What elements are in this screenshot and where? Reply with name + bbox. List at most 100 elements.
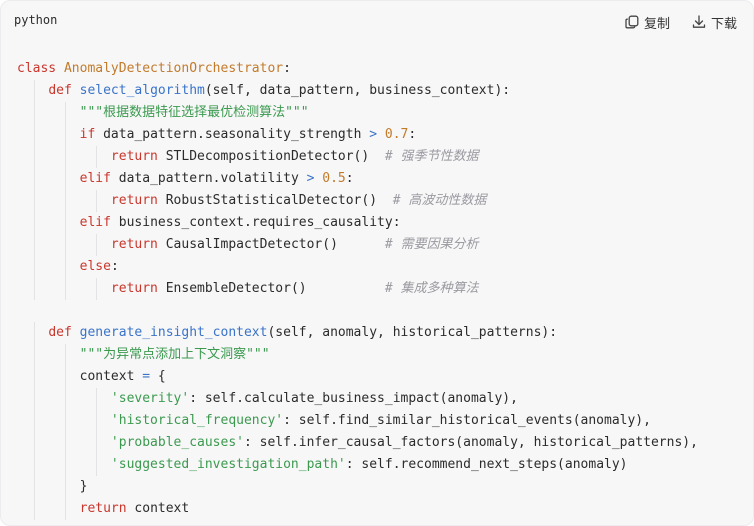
code-line: return context <box>17 498 753 520</box>
code-token: # 集成多种算法 <box>384 281 479 296</box>
code-token: class <box>17 61 64 76</box>
indent-guide <box>96 432 98 454</box>
indent-guide <box>64 432 66 454</box>
indent-guide <box>64 190 66 212</box>
code-line: def generate_insight_context(self, anoma… <box>17 322 753 344</box>
code-content: class AnomalyDetectionOrchestrator: def … <box>17 58 753 520</box>
indent-guide <box>33 124 35 146</box>
code-token: : <box>345 171 354 186</box>
code-token: AnomalyDetectionOrchestrator <box>63 61 284 76</box>
code-line: return EnsembleDetector() # 集成多种算法 <box>17 278 753 300</box>
copy-icon <box>625 15 639 29</box>
indent-guide <box>64 212 66 234</box>
indent-guide <box>64 410 66 432</box>
indent-guide <box>96 190 98 212</box>
code-token: elif <box>79 171 119 186</box>
code-token: select_algorithm <box>79 83 205 98</box>
code-line: } <box>17 476 753 498</box>
code-token: return <box>110 193 166 208</box>
code-token: 0.7 <box>384 127 409 142</box>
code-token: data_pattern.volatility <box>118 171 307 186</box>
code-line: class AnomalyDetectionOrchestrator: <box>17 58 753 80</box>
download-button[interactable]: 下载 <box>691 13 737 31</box>
code-token: # 强季节性数据 <box>384 149 479 164</box>
code-token: : self.calculate_business_impact(anomaly… <box>189 391 518 406</box>
code-token: } <box>17 479 88 494</box>
indent-guide <box>33 102 35 124</box>
indent-guide <box>64 102 66 124</box>
code-token: context <box>134 501 190 516</box>
code-line: """为异常点添加上下文洞察""" <box>17 344 753 366</box>
indent-guide <box>33 454 35 476</box>
copy-button[interactable]: 复制 <box>624 13 670 31</box>
code-line: """根据数据特征选择最优检测算法""" <box>17 102 753 124</box>
code-line: elif data_pattern.volatility > 0.5: <box>17 168 753 190</box>
indent-guide <box>96 388 98 410</box>
code-line: else: <box>17 256 753 278</box>
indent-guide <box>33 388 35 410</box>
indent-guide <box>64 146 66 168</box>
code-token: context <box>17 369 143 384</box>
code-token: # 需要因果分析 <box>384 237 479 252</box>
code-token: business_context.requires_causality: <box>118 215 401 230</box>
code-token: : self.find_similar_historical_events(an… <box>283 413 651 428</box>
indent-guide <box>33 80 35 102</box>
code-token: data_pattern.seasonality_strength <box>103 127 370 142</box>
indent-guide <box>64 344 66 366</box>
code-line: context = { <box>17 366 753 388</box>
code-token: (self, data_pattern, business_context): <box>204 83 511 98</box>
indent-guide <box>33 366 35 388</box>
code-token: def <box>48 325 80 340</box>
copy-label: 复制 <box>644 15 671 31</box>
indent-guide <box>33 432 35 454</box>
code-token: return <box>110 281 166 296</box>
code-token: : self.recommend_next_steps(anomaly) <box>345 457 628 472</box>
indent-guide <box>33 234 35 256</box>
code-line: if data_pattern.seasonality_strength > 0… <box>17 124 753 146</box>
indent-guide <box>64 234 66 256</box>
code-token: if <box>79 127 104 142</box>
indent-guide <box>64 256 66 278</box>
download-label: 下载 <box>711 15 738 31</box>
code-line: return STLDecompositionDetector() # 强季节性… <box>17 146 753 168</box>
code-line: elif business_context.requires_causality… <box>17 212 753 234</box>
code-line: 'probable_causes': self.infer_causal_fac… <box>17 432 753 454</box>
code-token: = <box>142 369 151 384</box>
code-line: return RobustStatisticalDetector() # 高波动… <box>17 190 753 212</box>
code-token: CausalImpactDetector() <box>165 237 385 252</box>
code-token: return <box>110 149 166 164</box>
indent-guide <box>64 476 66 498</box>
code-token: 'suggested_investigation_path' <box>110 457 346 472</box>
indent-guide <box>64 168 66 190</box>
code-line: 'severity': self.calculate_business_impa… <box>17 388 753 410</box>
code-token: elif <box>79 215 119 230</box>
indent-guide <box>33 278 35 300</box>
code-token: # 高波动性数据 <box>392 193 487 208</box>
code-line: return CausalImpactDetector() # 需要因果分析 <box>17 234 753 256</box>
indent-guide <box>33 212 35 234</box>
code-token: : <box>283 61 291 76</box>
code-token: return <box>79 501 135 516</box>
indent-guide <box>96 278 98 300</box>
code-token: 'probable_causes' <box>110 435 244 450</box>
indent-guide <box>33 410 35 432</box>
code-line: def select_algorithm(self, data_pattern,… <box>17 80 753 102</box>
indent-guide <box>33 476 35 498</box>
indent-guide <box>64 124 66 146</box>
indent-guide <box>33 168 35 190</box>
indent-guide <box>64 278 66 300</box>
code-token: > <box>369 127 378 142</box>
code-token: 'severity' <box>110 391 190 406</box>
code-block-header: python 复制 下载 <box>1 1 753 43</box>
code-token: RobustStatisticalDetector() <box>165 193 393 208</box>
